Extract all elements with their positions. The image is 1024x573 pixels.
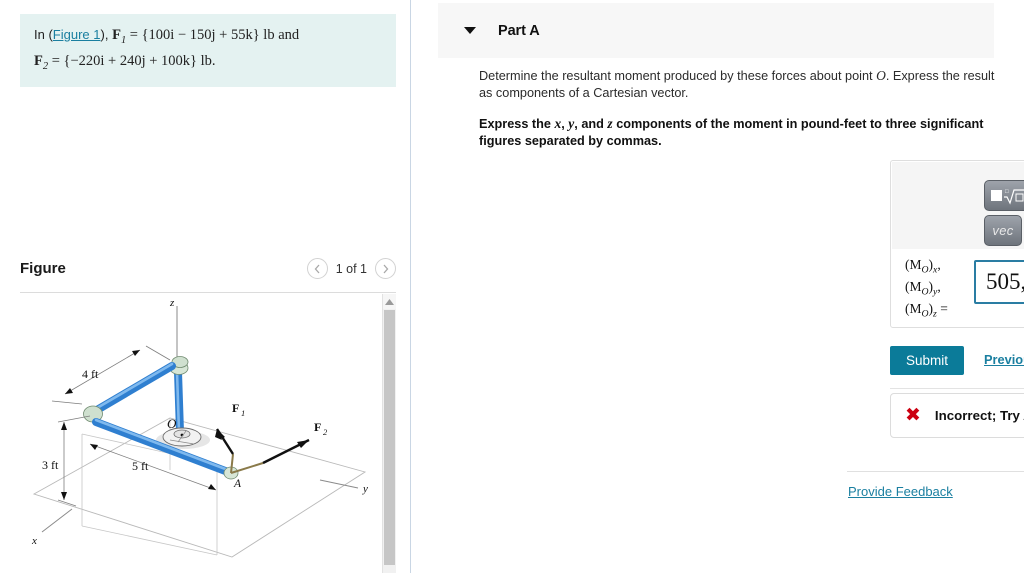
- answer-widget: □ ΑΣϕ ↓↑ vec: [890, 160, 1024, 328]
- figure-1-link[interactable]: Figure 1: [53, 27, 101, 42]
- dimension-label-4ft: 4 ft: [82, 367, 99, 381]
- force-1-subscript: 1: [120, 34, 127, 46]
- chevron-left-icon: [314, 264, 320, 273]
- radical-glyph: □: [1004, 189, 1024, 205]
- answer-label-line-z: (MO)z =: [905, 301, 977, 323]
- force-2-symbol: F: [34, 52, 43, 69]
- answer-label-line-y: (MO)y,: [905, 279, 977, 301]
- m-open-x: (M: [905, 257, 922, 272]
- dimension-label-5ft: 5 ft: [132, 459, 149, 473]
- m-sub-o-y: O: [921, 286, 929, 298]
- right-panel: Part A Determine the resultant moment pr…: [411, 0, 1024, 573]
- caret-down-icon[interactable]: [464, 27, 476, 34]
- force-2-diagram-label: F: [314, 420, 321, 434]
- feedback-message: Incorrect; Try Again; 4 attempts remaini…: [934, 408, 1024, 423]
- m-sub-o-x: O: [921, 264, 929, 276]
- red-x-icon: ✖: [905, 404, 921, 426]
- problem-lead-in: In (: [34, 27, 53, 42]
- prompt-2-text-a: Express the: [479, 117, 555, 131]
- figure-header: Figure 1 of 1: [20, 258, 396, 292]
- force-2-subscript: 2: [42, 60, 49, 72]
- provide-feedback-link[interactable]: Provide Feedback: [848, 484, 953, 499]
- force-1-diagram-label: F: [232, 401, 239, 415]
- pipe-vertical: [174, 368, 184, 436]
- force-2-diagram-subscript: 2: [323, 427, 328, 437]
- prompt-paragraph-1: Determine the resultant moment produced …: [479, 67, 999, 102]
- force-1-symbol: F: [112, 27, 121, 43]
- left-panel: In (Figure 1), F1 = {100i − 150j + 55k} …: [0, 0, 410, 573]
- prompt-1-point-variable: O: [876, 68, 886, 83]
- dimension-label-3ft: 3 ft: [42, 458, 59, 472]
- figure-page-label: 1 of 1: [335, 261, 367, 276]
- figure-panel-title: Figure: [20, 260, 66, 277]
- figure-scroll-thumb[interactable]: [384, 310, 395, 565]
- point-label-o: O: [167, 416, 177, 431]
- prompt-2-sep-2: , and: [574, 117, 608, 131]
- figure-scrollbar[interactable]: [382, 294, 396, 573]
- axis-label-z: z: [169, 297, 175, 309]
- math-template-button[interactable]: □: [984, 180, 1024, 211]
- pipe-lower-diagonal: [92, 418, 232, 476]
- answer-entry-row: (MO)x, (MO)y, (MO)z = lb · ft: [891, 249, 1024, 329]
- figure-pager: 1 of 1: [306, 258, 396, 279]
- scroll-up-arrow-icon: [385, 298, 394, 305]
- submit-button[interactable]: Submit: [890, 346, 964, 375]
- answer-input[interactable]: [974, 260, 1024, 304]
- figure-next-button[interactable]: [375, 258, 396, 279]
- dimension-3ft: [57, 415, 91, 507]
- figure-viewport: z y x O F 1 F 2 A 4 ft 3 ft 5 ft: [20, 294, 396, 573]
- problem-statement-text: In (Figure 1), F1 = {100i − 150j + 55k} …: [34, 24, 382, 77]
- axis-label-x: x: [31, 535, 37, 547]
- force-1-expression: = {100i − 150j + 55k} lb and: [129, 27, 300, 43]
- figure-scroll-up-button[interactable]: [383, 294, 396, 309]
- previous-answers-link[interactable]: Previous Answers: [984, 352, 1024, 367]
- dimension-5ft: [89, 443, 217, 491]
- m-open-z: (M: [905, 301, 922, 317]
- figure-diagram: z y x O F 1 F 2 A 4 ft 3 ft 5 ft: [31, 297, 368, 558]
- point-label-a: A: [233, 478, 242, 490]
- problem-statement-box: In (Figure 1), F1 = {100i − 150j + 55k} …: [20, 14, 396, 87]
- feedback-status-box: ✖ Incorrect; Try Again; 4 attempts remai…: [890, 393, 1024, 438]
- answer-variable-label: (MO)x, (MO)y, (MO)z =: [905, 257, 977, 324]
- figure-prev-button[interactable]: [306, 258, 328, 279]
- axis-label-y: y: [362, 483, 368, 495]
- m-equals: =: [940, 301, 948, 317]
- answer-label-line-x: (MO)x,: [905, 257, 977, 279]
- vector-button-label: vec: [992, 223, 1014, 238]
- m-index-z: z: [933, 309, 937, 321]
- question-prompt: Determine the resultant moment produced …: [479, 67, 999, 163]
- sqrt-icon: □: [991, 186, 1024, 206]
- force-2-expression: = {−220i + 240j + 100k} lb.: [51, 52, 216, 69]
- prompt-1-text-a: Determine the resultant moment produced …: [479, 69, 877, 83]
- part-a-title: Part A: [498, 22, 540, 39]
- chevron-right-icon: [383, 264, 388, 273]
- force-vector-f2: [230, 438, 310, 474]
- m-sub-o-z: O: [921, 309, 929, 321]
- m-comma-x: ,: [937, 257, 941, 272]
- part-a-header[interactable]: Part A: [438, 3, 994, 58]
- prompt-paragraph-2: Express the x, y, and z components of th…: [479, 115, 999, 150]
- problem-after-link: ),: [100, 27, 109, 42]
- pipe-top-diagonal: [93, 362, 176, 414]
- figure-divider: [20, 292, 396, 293]
- footer-divider: [847, 471, 1024, 472]
- math-input-toolbar: □ ΑΣϕ ↓↑ vec: [892, 162, 1024, 249]
- m-open-y: (M: [905, 279, 922, 295]
- m-comma-y: ,: [937, 279, 941, 295]
- vector-button[interactable]: vec: [984, 215, 1022, 246]
- svg-text:□: □: [1005, 189, 1009, 195]
- force-1-diagram-subscript: 1: [241, 408, 245, 418]
- page-root: In (Figure 1), F1 = {100i − 150j + 55k} …: [0, 0, 1024, 573]
- actions-divider: [890, 388, 1024, 389]
- answer-actions-row: Submit Previous Answers Request Answer: [890, 346, 1024, 376]
